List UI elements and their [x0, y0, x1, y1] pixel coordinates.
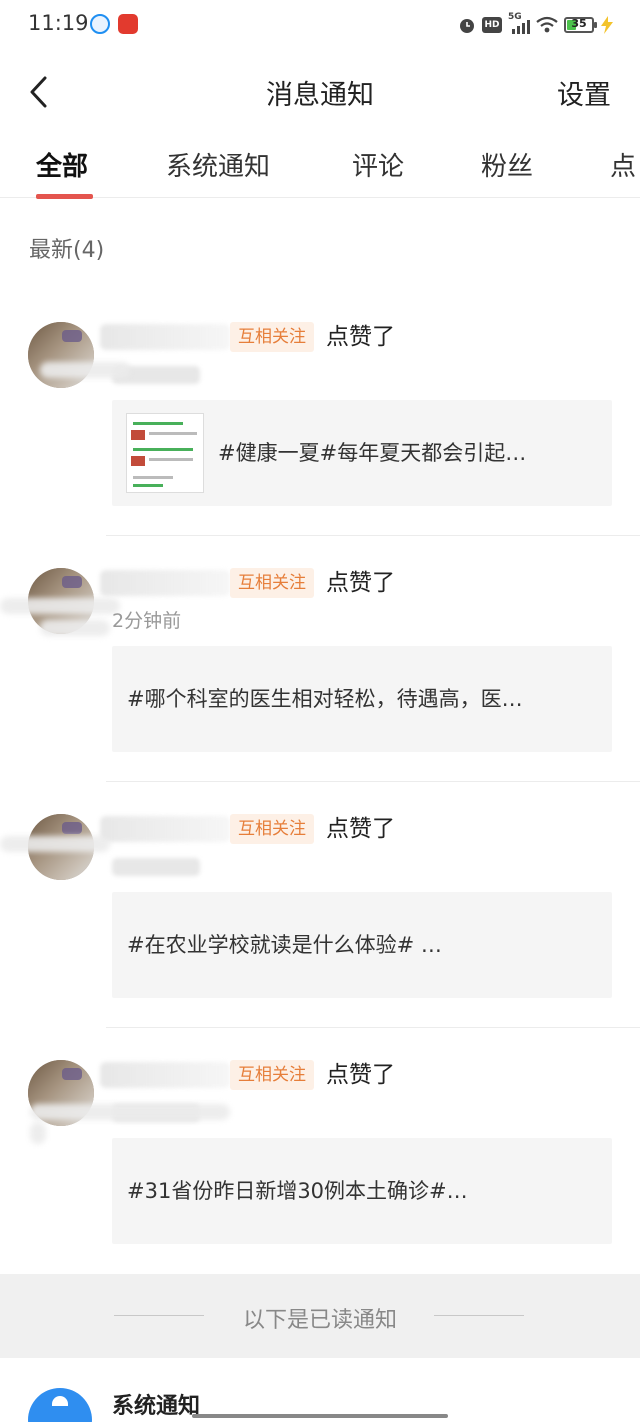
post-excerpt: #哪个科室的医生相对轻松，待遇高，医…	[127, 687, 523, 711]
battery-level: 35	[571, 17, 587, 30]
status-time: 11:19	[28, 11, 89, 35]
post-excerpt: #31省份昨日新增30例本土确诊#…	[127, 1179, 468, 1203]
post-excerpt: #在农业学校就读是什么体验# …	[127, 933, 442, 957]
tab-system[interactable]: 系统通知	[166, 146, 270, 183]
quoted-post[interactable]: #在农业学校就读是什么体验# …	[112, 892, 612, 998]
active-tab-indicator	[36, 194, 93, 199]
tab-all[interactable]: 全部	[36, 146, 88, 183]
divider	[106, 1027, 640, 1028]
notification-item[interactable]: 互相关注 点赞了 #31省份昨日新增30例本土确诊#…	[0, 1060, 640, 1274]
time-redacted	[112, 858, 200, 876]
home-indicator[interactable]	[192, 1414, 448, 1418]
read-notifications-divider: 以下是已读通知	[0, 1274, 640, 1358]
browser-app-icon	[90, 14, 110, 34]
avatar[interactable]	[28, 322, 94, 388]
post-excerpt: #健康一夏#每年夏天都会引起…	[218, 441, 527, 465]
quoted-post[interactable]: #健康一夏#每年夏天都会引起…	[112, 400, 612, 506]
alarm-icon	[460, 19, 474, 33]
tab-likes[interactable]: 点	[610, 146, 636, 183]
redaction-streak	[0, 836, 110, 852]
username-redacted[interactable]	[100, 1062, 230, 1088]
notification-item[interactable]: 互相关注 点赞了 2分钟前 #哪个科室的医生相对轻松，待遇高，医…	[0, 568, 640, 782]
wifi-icon	[536, 16, 558, 33]
post-thumbnail	[126, 413, 204, 493]
mutual-follow-badge: 互相关注	[230, 568, 314, 598]
page-title: 消息通知	[266, 80, 374, 111]
action-text: 点赞了	[326, 816, 395, 842]
notification-item[interactable]: 互相关注 点赞了 #在农业学校就读是什么体验# …	[0, 814, 640, 1028]
hd-icon: HD	[482, 17, 502, 33]
signal-icon: 5G	[508, 12, 530, 35]
redaction-streak	[30, 1122, 46, 1144]
section-title: 最新(4)	[29, 238, 105, 263]
mutual-follow-badge: 互相关注	[230, 322, 314, 352]
nav-bar: 消息通知 设置	[0, 60, 640, 120]
redaction-streak	[0, 598, 120, 614]
system-notification-item[interactable]: 系统通知	[0, 1358, 640, 1422]
username-redacted[interactable]	[100, 816, 230, 842]
timestamp: 2分钟前	[112, 610, 182, 632]
tab-fans[interactable]: 粉丝	[481, 146, 533, 183]
tab-comments[interactable]: 评论	[352, 146, 404, 183]
notification-item[interactable]: 互相关注 点赞了 #健康一夏#每年夏天都会引起…	[0, 322, 640, 536]
mutual-follow-badge: 互相关注	[230, 1060, 314, 1090]
system-notification-avatar	[28, 1388, 92, 1422]
tab-bar: 全部 系统通知 评论 粉丝 点	[0, 140, 640, 199]
system-notification-title: 系统通知	[112, 1394, 201, 1419]
action-text: 点赞了	[326, 324, 395, 350]
redaction-streak	[40, 620, 110, 636]
username-redacted[interactable]	[100, 324, 230, 350]
read-divider-label: 以下是已读通知	[242, 1308, 397, 1333]
charging-icon	[601, 16, 613, 34]
quoted-post[interactable]: #31省份昨日新增30例本土确诊#…	[112, 1138, 612, 1244]
action-text: 点赞了	[326, 1062, 395, 1088]
status-bar: 11:19 HD 5G 35	[0, 0, 640, 50]
divider-line-right	[434, 1315, 524, 1316]
redaction-streak	[40, 362, 130, 378]
mutual-follow-badge: 互相关注	[230, 814, 314, 844]
divider	[106, 781, 640, 782]
redaction-streak	[30, 1104, 230, 1120]
shop-app-icon	[118, 14, 138, 34]
action-text: 点赞了	[326, 570, 395, 596]
username-redacted[interactable]	[100, 570, 230, 596]
battery-icon: 35	[564, 17, 597, 33]
status-indicators: HD 5G 35	[458, 12, 614, 37]
settings-button[interactable]: 设置	[557, 73, 611, 112]
divider	[106, 535, 640, 536]
quoted-post[interactable]: #哪个科室的医生相对轻松，待遇高，医…	[112, 646, 612, 752]
